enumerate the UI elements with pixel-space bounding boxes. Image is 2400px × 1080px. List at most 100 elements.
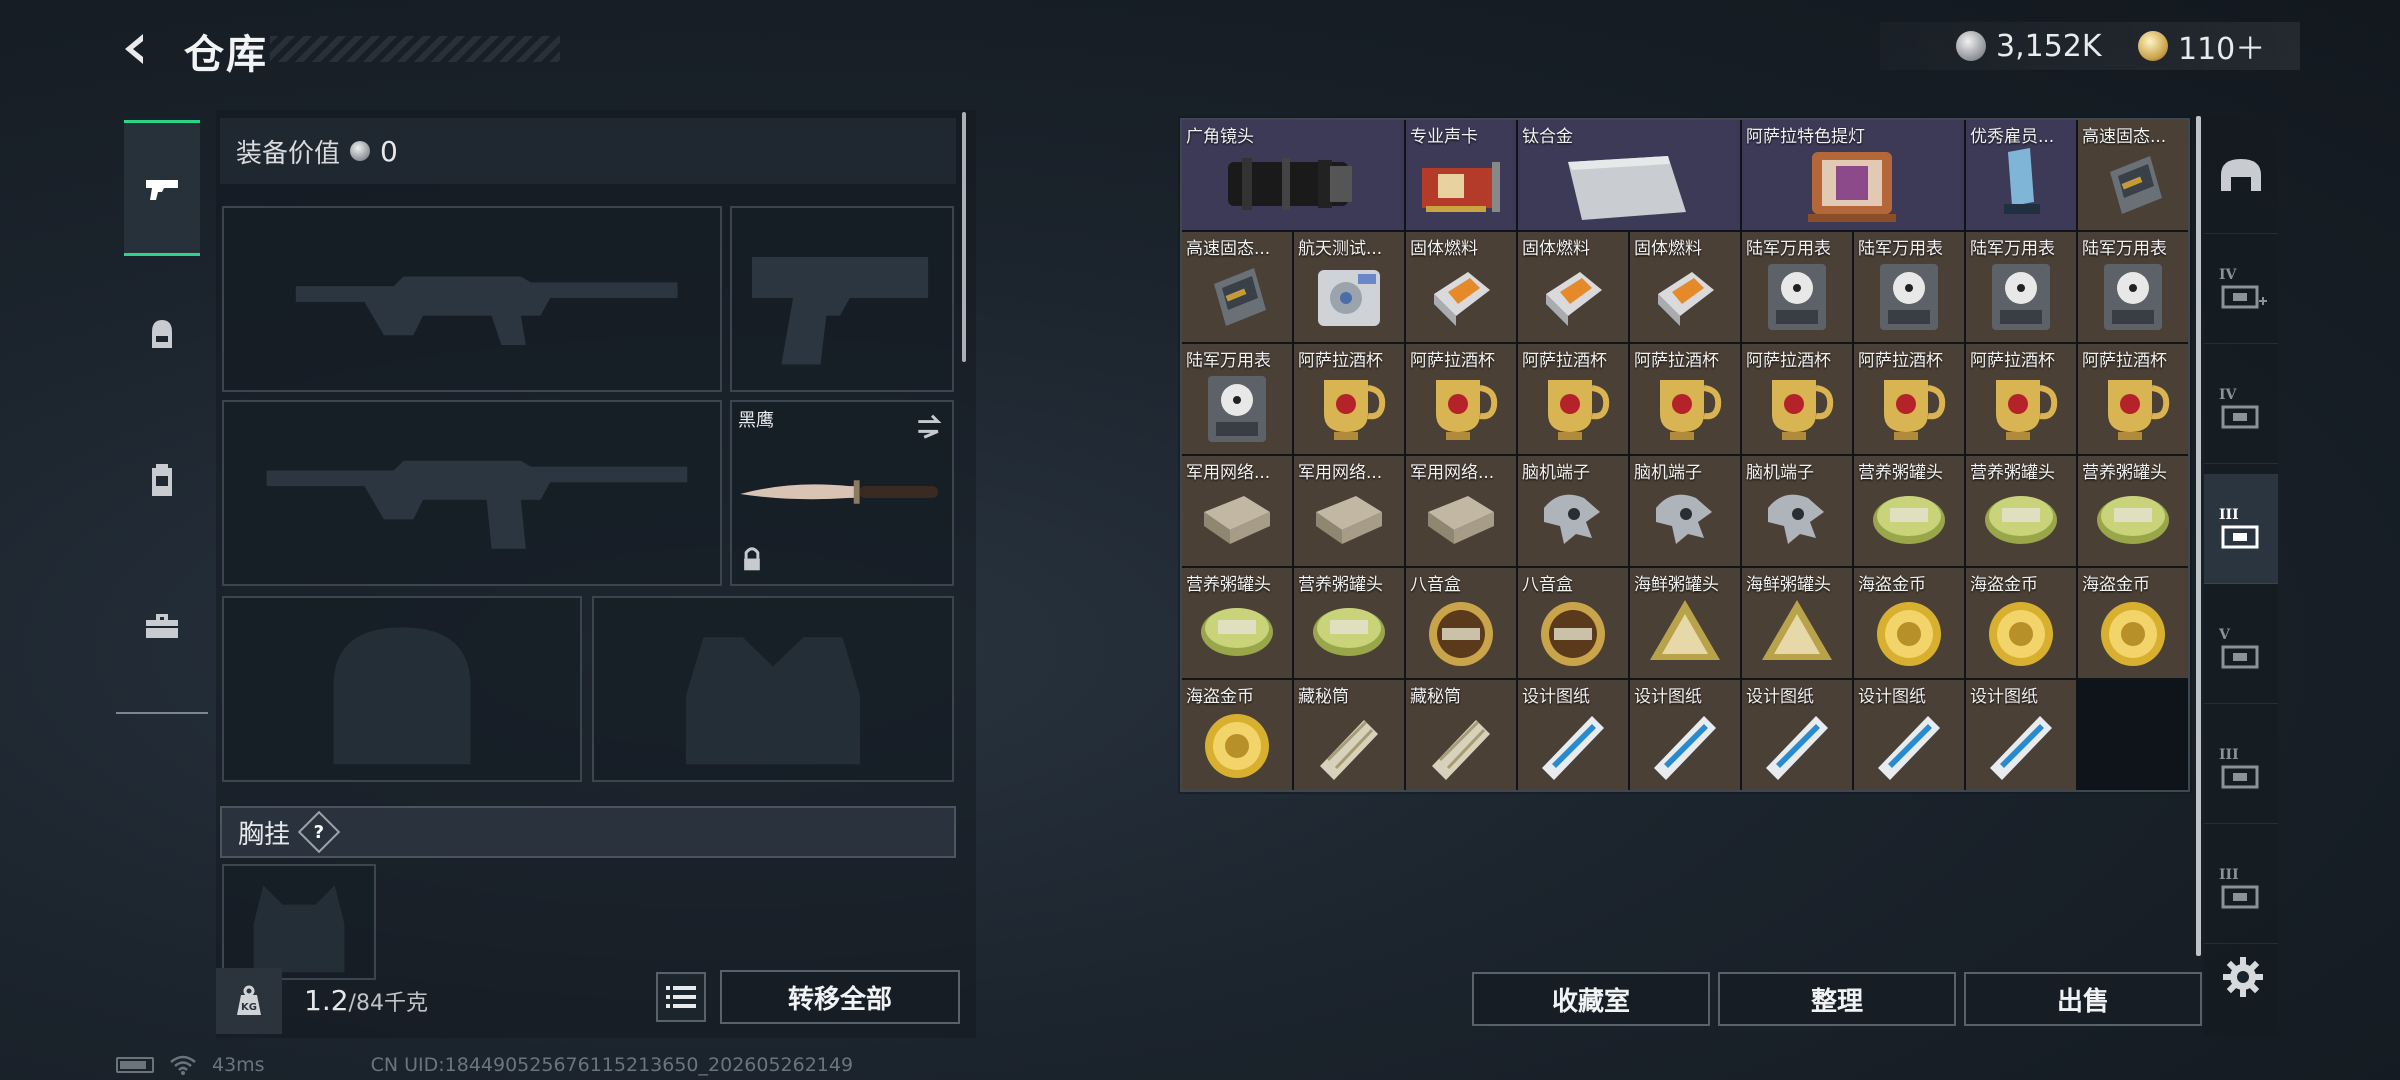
item-label: 阿萨拉酒杯 bbox=[1298, 351, 1383, 371]
tab-weapons[interactable] bbox=[124, 120, 200, 256]
melee-slot[interactable]: 黑鹰 bbox=[730, 400, 954, 586]
item-label: 军用网络... bbox=[1410, 463, 1495, 483]
storage-item[interactable]: 阿萨拉酒杯 bbox=[1630, 344, 1740, 454]
wifi-icon bbox=[170, 1055, 196, 1075]
storage-item[interactable]: 设计图纸 bbox=[1742, 680, 1852, 790]
storage-item[interactable]: 阿萨拉酒杯 bbox=[1742, 344, 1852, 454]
solid-fuel-icon bbox=[1434, 272, 1490, 326]
storage-item[interactable]: 阿萨拉酒杯 bbox=[1406, 344, 1516, 454]
equipment-scrollbar[interactable] bbox=[962, 112, 966, 362]
storage-item[interactable]: 军用网络... bbox=[1406, 456, 1516, 566]
storage-item[interactable]: 营养粥罐头 bbox=[1966, 456, 2076, 566]
organize-button[interactable]: 整理 bbox=[1718, 972, 1956, 1026]
storage-item[interactable]: 航天测试... bbox=[1294, 232, 1404, 342]
storage-item[interactable]: 设计图纸 bbox=[1854, 680, 1964, 790]
helmet-silhouette-icon bbox=[333, 627, 471, 765]
list-view-button[interactable] bbox=[656, 972, 706, 1022]
storage-item[interactable]: 海盗金币 bbox=[2078, 568, 2188, 678]
storage-item[interactable]: 广角镜头 bbox=[1182, 120, 1404, 230]
goblet-icon bbox=[1772, 380, 1834, 440]
storage-item[interactable]: 设计图纸 bbox=[1966, 680, 2076, 790]
tab-storage-iii-active[interactable]: III bbox=[2204, 474, 2278, 584]
pistol-slot[interactable] bbox=[730, 206, 954, 392]
chest-rig-label: 胸挂 bbox=[238, 819, 291, 850]
chest-rig-slot[interactable] bbox=[222, 864, 376, 980]
storage-item[interactable]: 营养粥罐头 bbox=[2078, 456, 2188, 566]
help-icon[interactable]: ? bbox=[297, 810, 341, 854]
goblet-icon bbox=[1996, 380, 2058, 440]
goblet-icon bbox=[2108, 380, 2170, 440]
tab-home[interactable] bbox=[2204, 124, 2278, 234]
settings-button[interactable] bbox=[2218, 952, 2268, 1002]
item-label: 设计图纸 bbox=[1746, 687, 1814, 707]
item-label: 阿萨拉酒杯 bbox=[2082, 351, 2167, 371]
storage-item[interactable]: 海盗金币 bbox=[1182, 680, 1292, 790]
tab-storage-v[interactable]: V bbox=[2204, 594, 2278, 704]
storage-item[interactable]: 固体燃料 bbox=[1630, 232, 1740, 342]
collection-room-button[interactable]: 收藏室 bbox=[1472, 972, 1710, 1026]
storage-scrollbar[interactable] bbox=[2196, 116, 2201, 956]
storage-item[interactable]: 海鲜粥罐头 bbox=[1630, 568, 1740, 678]
storage-item[interactable]: 阿萨拉酒杯 bbox=[1966, 344, 2076, 454]
tab-storage-iv-plus[interactable]: IV bbox=[2204, 234, 2278, 344]
storage-item[interactable]: 高速固态... bbox=[2078, 120, 2188, 230]
storage-item[interactable]: 藏秘筒 bbox=[1294, 680, 1404, 790]
storage-item[interactable]: 海盗金币 bbox=[1966, 568, 2076, 678]
storage-item[interactable]: 阿萨拉酒杯 bbox=[1854, 344, 1964, 454]
back-button[interactable] bbox=[110, 24, 160, 74]
secondary-weapon-slot[interactable] bbox=[222, 400, 722, 586]
storage-item[interactable]: 营养粥罐头 bbox=[1294, 568, 1404, 678]
item-label: 专业声卡 bbox=[1410, 127, 1478, 147]
storage-item[interactable]: 陆军万用表 bbox=[1742, 232, 1852, 342]
knife-icon bbox=[740, 414, 942, 571]
storage-item[interactable]: 优秀雇员... bbox=[1966, 120, 2076, 230]
storage-item[interactable]: 军用网络... bbox=[1182, 456, 1292, 566]
storage-item[interactable]: 设计图纸 bbox=[1518, 680, 1628, 790]
battery-icon bbox=[116, 1057, 154, 1073]
sell-button[interactable]: 出售 bbox=[1964, 972, 2202, 1026]
tab-toolbox[interactable] bbox=[124, 558, 200, 694]
storage-item[interactable]: 固体燃料 bbox=[1406, 232, 1516, 342]
currency-gold[interactable]: 110＋ bbox=[2138, 26, 2265, 67]
storage-item[interactable]: 营养粥罐头 bbox=[1854, 456, 1964, 566]
storage-item[interactable]: 设计图纸 bbox=[1630, 680, 1740, 790]
titanium-plate-icon bbox=[1568, 156, 1686, 220]
gold-coin-icon bbox=[2138, 31, 2168, 61]
tab-storage-iii-b[interactable]: III bbox=[2204, 714, 2278, 824]
item-label: 设计图纸 bbox=[1858, 687, 1926, 707]
storage-item[interactable]: 固体燃料 bbox=[1518, 232, 1628, 342]
storage-item[interactable]: 脑机端子 bbox=[1742, 456, 1852, 566]
storage-item[interactable]: 陆军万用表 bbox=[1966, 232, 2076, 342]
storage-item[interactable]: 陆军万用表 bbox=[1854, 232, 1964, 342]
armor-slot[interactable] bbox=[592, 596, 954, 782]
item-label: 营养粥罐头 bbox=[1186, 575, 1271, 595]
storage-item[interactable]: 陆军万用表 bbox=[1182, 344, 1292, 454]
storage-item[interactable]: 八音盒 bbox=[1518, 568, 1628, 678]
helmet-slot[interactable] bbox=[222, 596, 582, 782]
storage-item[interactable]: 脑机端子 bbox=[1518, 456, 1628, 566]
storage-item[interactable]: 营养粥罐头 bbox=[1182, 568, 1292, 678]
storage-item[interactable]: 阿萨拉酒杯 bbox=[1294, 344, 1404, 454]
transfer-all-button[interactable]: 转移全部 bbox=[720, 970, 960, 1024]
blueprint-icon bbox=[1542, 716, 1604, 780]
storage-item[interactable]: 专业声卡 bbox=[1406, 120, 1516, 230]
tab-armor[interactable] bbox=[124, 266, 200, 402]
storage-item[interactable]: 高速固态... bbox=[1182, 232, 1292, 342]
storage-item[interactable]: 八音盒 bbox=[1406, 568, 1516, 678]
storage-item[interactable]: 海盗金币 bbox=[1854, 568, 1964, 678]
storage-item[interactable]: 阿萨拉酒杯 bbox=[1518, 344, 1628, 454]
storage-item[interactable]: 海鲜粥罐头 bbox=[1742, 568, 1852, 678]
tab-storage-iii-c[interactable]: III bbox=[2204, 834, 2278, 944]
storage-item[interactable]: 钛合金 bbox=[1518, 120, 1740, 230]
item-label: 钛合金 bbox=[1522, 127, 1573, 147]
storage-item[interactable]: 军用网络... bbox=[1294, 456, 1404, 566]
tab-backpack[interactable] bbox=[124, 412, 200, 548]
primary-weapon-slot[interactable] bbox=[222, 206, 722, 392]
storage-item[interactable]: 藏秘筒 bbox=[1406, 680, 1516, 790]
back-arrow-icon bbox=[125, 34, 143, 64]
tab-storage-iv[interactable]: IV bbox=[2204, 354, 2278, 464]
storage-item[interactable]: 脑机端子 bbox=[1630, 456, 1740, 566]
storage-item[interactable]: 阿萨拉酒杯 bbox=[2078, 344, 2188, 454]
storage-item[interactable]: 陆军万用表 bbox=[2078, 232, 2188, 342]
storage-item[interactable]: 阿萨拉特色提灯 bbox=[1742, 120, 1964, 230]
